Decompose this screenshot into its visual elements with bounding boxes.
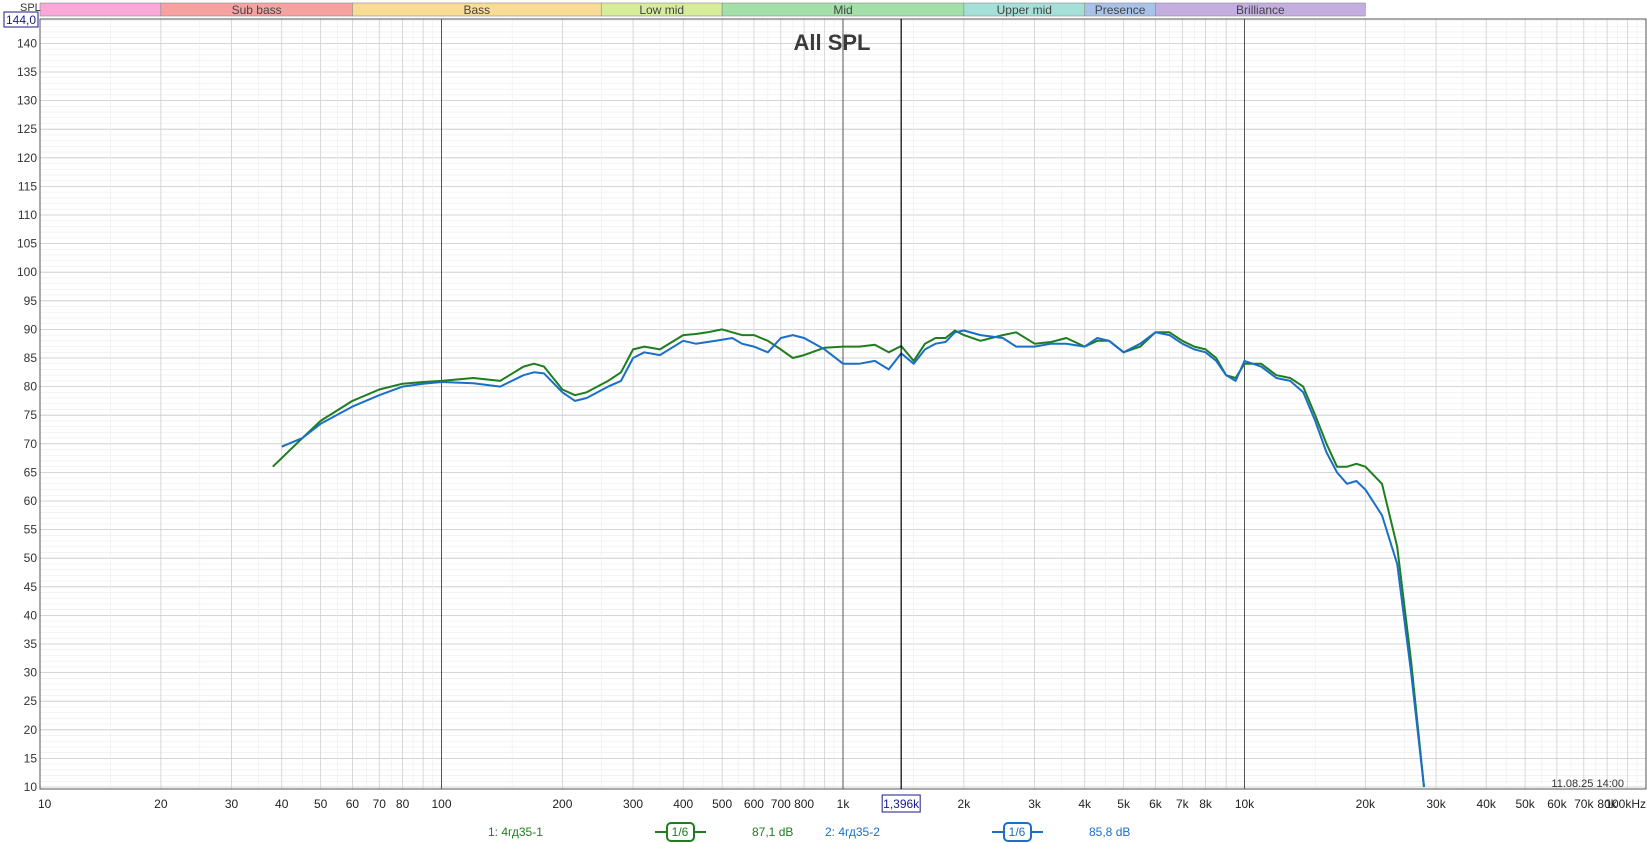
x-axis-ticks: 10 20 30 40 50 60 70 80 100 200 300 400 500 600 700 800… bbox=[38, 797, 1646, 811]
y-cursor-readout: 144,0 bbox=[6, 13, 36, 27]
legend-series-2-smoothing: 1/6 bbox=[1009, 825, 1026, 839]
y-tick-label: 20 bbox=[24, 723, 38, 737]
x-tick-label: 10 bbox=[38, 797, 52, 811]
frequency-bands: Sub bass Bass Low mid Mid Upper mid Presence B… bbox=[39, 2, 1366, 17]
x-tick-label: 60 bbox=[346, 797, 360, 811]
x-tick-label: 5k bbox=[1117, 797, 1131, 811]
band-label-3: Low mid bbox=[639, 3, 684, 17]
x-tick-label: 4k bbox=[1078, 797, 1092, 811]
y-tick-label: 115 bbox=[18, 179, 37, 193]
legend-series-2-name: 2: 4гд35-2 bbox=[825, 825, 880, 839]
y-axis-ticks: 140 135 130 125 120 115 110 105 100 95 90 85 80 75 70 6… bbox=[17, 36, 37, 794]
y-tick-label: 125 bbox=[17, 122, 37, 136]
y-tick-label: 45 bbox=[24, 580, 38, 594]
band-label-2: Bass bbox=[464, 3, 491, 17]
x-tick-label: 2k bbox=[958, 797, 972, 811]
y-tick-label: 80 bbox=[24, 380, 38, 394]
x-tick-label: 40 bbox=[275, 797, 289, 811]
x-tick-label: 600 bbox=[744, 797, 764, 811]
spl-chart[interactable]: Sub bass Bass Low mid Mid Upper mid Presence B… bbox=[0, 0, 1647, 843]
y-tick-label: 95 bbox=[24, 294, 38, 308]
legend-series-1-smoothing: 1/6 bbox=[672, 825, 689, 839]
x-tick-label: 20k bbox=[1356, 797, 1376, 811]
y-tick-label: 120 bbox=[17, 151, 37, 165]
chart-title: All SPL bbox=[793, 30, 870, 55]
x-tick-label: 400 bbox=[673, 797, 693, 811]
grid bbox=[39, 19, 1646, 789]
x-tick-label: 500 bbox=[712, 797, 732, 811]
x-tick-label: 100kHz bbox=[1605, 797, 1646, 811]
x-tick-label: 300 bbox=[623, 797, 643, 811]
y-tick-label: 10 bbox=[24, 780, 38, 794]
x-tick-label: 7k bbox=[1176, 797, 1190, 811]
band-label-5: Upper mid bbox=[997, 3, 1052, 17]
x-tick-label: 100 bbox=[431, 797, 451, 811]
x-tick-label: 6k bbox=[1149, 797, 1163, 811]
x-tick-label: 30 bbox=[225, 797, 239, 811]
y-tick-label: 135 bbox=[17, 65, 37, 79]
x-tick-label: 20 bbox=[154, 797, 168, 811]
y-tick-label: 35 bbox=[24, 637, 38, 651]
band-label-4: Mid bbox=[833, 3, 852, 17]
x-tick-label: 50k bbox=[1515, 797, 1535, 811]
x-tick-label: 50 bbox=[314, 797, 328, 811]
x-tick-label: 8k bbox=[1199, 797, 1213, 811]
y-tick-label: 25 bbox=[24, 694, 38, 708]
y-tick-label: 40 bbox=[24, 608, 38, 622]
y-tick-label: 140 bbox=[17, 36, 37, 50]
cursor-label: 1,396k bbox=[883, 797, 920, 811]
x-tick-label: 70k bbox=[1574, 797, 1594, 811]
x-tick-label: 1k bbox=[837, 797, 851, 811]
band-label-7: Brilliance bbox=[1236, 3, 1285, 17]
band-label-6: Presence bbox=[1095, 3, 1146, 17]
band-0 bbox=[39, 2, 162, 17]
x-tick-label: 200 bbox=[552, 797, 572, 811]
y-tick-label: 90 bbox=[24, 322, 38, 336]
y-tick-label: 130 bbox=[17, 94, 37, 108]
y-tick-label: 100 bbox=[17, 265, 37, 279]
x-tick-label: 10k bbox=[1235, 797, 1255, 811]
x-tick-label: 60k bbox=[1547, 797, 1567, 811]
legend-series-1-name: 1: 4гд35-1 bbox=[488, 825, 543, 839]
y-tick-label: 60 bbox=[24, 494, 38, 508]
x-tick-label: 30k bbox=[1426, 797, 1446, 811]
y-tick-label: 55 bbox=[24, 523, 38, 537]
legend-series-2-value: 85,8 dB bbox=[1089, 825, 1130, 839]
y-tick-label: 105 bbox=[17, 237, 37, 251]
x-tick-label: 3k bbox=[1028, 797, 1042, 811]
y-tick-label: 85 bbox=[24, 351, 38, 365]
x-tick-label: 80 bbox=[396, 797, 410, 811]
x-tick-label: 700 bbox=[771, 797, 791, 811]
y-tick-label: 15 bbox=[24, 751, 38, 765]
y-tick-label: 75 bbox=[24, 408, 38, 422]
legend: 1: 4гд35-1 1/6 87,1 dB 2: 4гд35-2 1/6 85… bbox=[488, 822, 1130, 842]
band-label-1: Sub bass bbox=[232, 3, 282, 17]
timestamp: 11.08.25 14:00 bbox=[1551, 778, 1624, 790]
x-tick-label: 40k bbox=[1477, 797, 1497, 811]
y-tick-label: 65 bbox=[24, 465, 38, 479]
y-tick-label: 50 bbox=[24, 551, 38, 565]
y-tick-label: 30 bbox=[24, 666, 38, 680]
x-tick-label: 70 bbox=[373, 797, 387, 811]
x-tick-label: 800 bbox=[794, 797, 814, 811]
y-tick-label: 70 bbox=[24, 437, 38, 451]
legend-series-1-value: 87,1 dB bbox=[752, 825, 793, 839]
y-tick-label: 110 bbox=[18, 208, 37, 222]
